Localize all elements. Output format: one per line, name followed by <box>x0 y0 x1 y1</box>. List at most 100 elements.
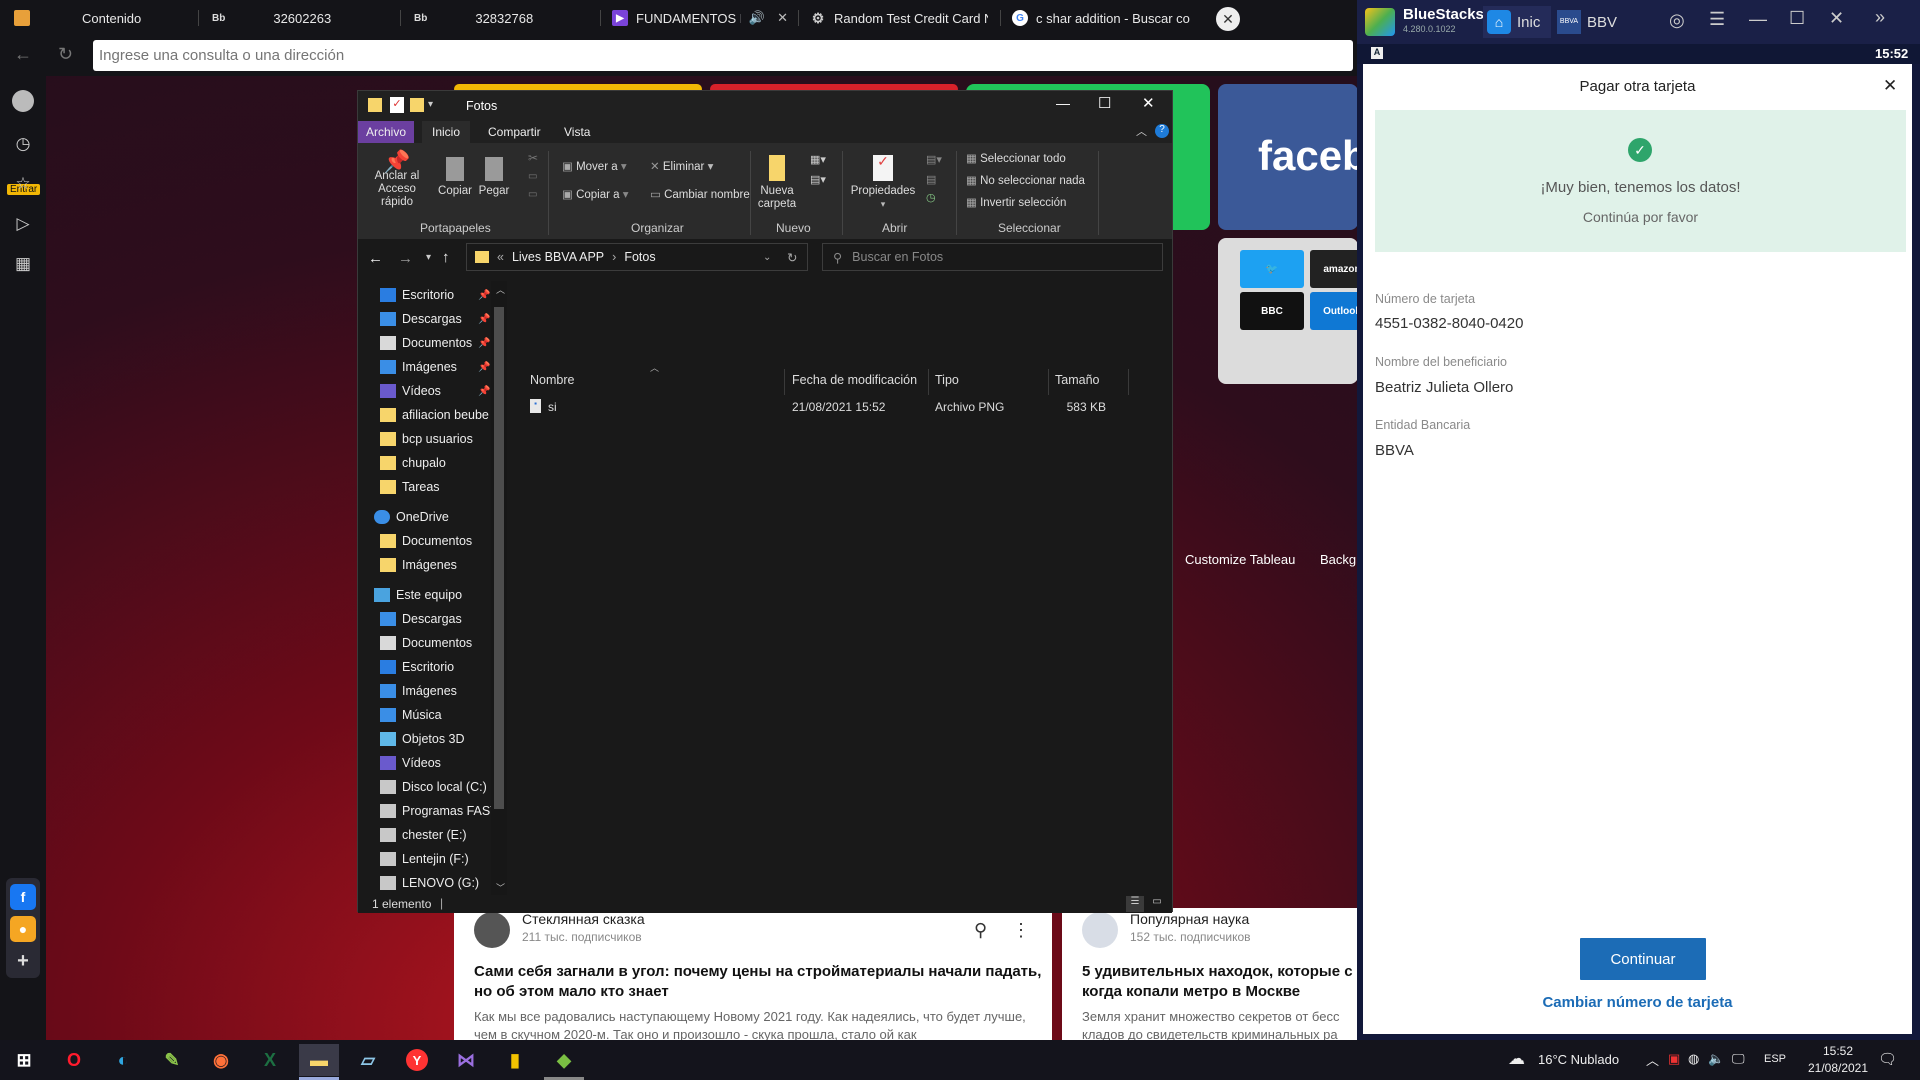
windows-start-icon[interactable]: ⊞ <box>4 1044 44 1076</box>
tree-item[interactable]: Imágenes <box>358 553 498 577</box>
add-icon[interactable]: + <box>10 948 36 974</box>
refresh-icon[interactable]: ↻ <box>787 250 797 265</box>
cloud-weather-icon[interactable]: ☁ <box>1508 1049 1525 1069</box>
move-to-button[interactable]: ▣ Mover a ▾ <box>562 161 627 174</box>
collapse-ribbon-icon[interactable]: ︿ <box>1136 123 1147 139</box>
tab-contenido[interactable]: Contenido <box>4 0 194 36</box>
bluestacks-taskbar-icon[interactable]: ◆ <box>544 1044 584 1076</box>
opera-icon[interactable]: O <box>54 1044 94 1076</box>
tab-vista[interactable]: Vista <box>556 123 598 141</box>
paint-icon[interactable]: ✎ <box>152 1044 192 1076</box>
column-header-size[interactable]: Tamaño <box>1055 373 1099 387</box>
background-link[interactable]: Backgr <box>1320 552 1360 567</box>
tree-item[interactable]: Imágenes 📌 <box>358 355 498 379</box>
tree-item[interactable]: chupalo <box>358 451 498 475</box>
tree-item[interactable]: Documentos 📌 <box>358 331 498 355</box>
table-row[interactable]: ▪ si 21/08/2021 15:52 Archivo PNG 583 KB <box>520 395 1120 417</box>
tray-app-icon[interactable]: ▣ <box>1668 1051 1680 1067</box>
yandex-icon[interactable]: Y <box>397 1044 437 1076</box>
firefox-icon[interactable]: ◉ <box>201 1044 241 1076</box>
customize-tableau-link[interactable]: Customize Tableau <box>1185 552 1295 567</box>
tree-item[interactable]: Documentos <box>358 631 498 655</box>
breadcrumb[interactable]: « Lives BBVA APP › Fotos ⌄ ↻ <box>466 243 808 271</box>
history-icon[interactable]: ◷ <box>11 132 35 156</box>
invert-selection-button[interactable]: ▦ Invertir selección <box>966 197 1066 210</box>
news-card[interactable]: Стеклянная сказка 211 тыс. подписчиков ⚲… <box>454 908 1052 1040</box>
back-arrow-icon[interactable]: ← <box>14 44 32 65</box>
tree-item[interactable]: LENOVO (G:) <box>358 871 498 895</box>
new-tab-button[interactable]: ✕ <box>1216 7 1240 31</box>
pin-quick-access-button[interactable]: 📌 Anclar al Acceso rápido <box>362 151 432 209</box>
delete-button[interactable]: ✕ Eliminar ▾ <box>650 161 713 174</box>
extensions-grid-icon[interactable]: ▦ <box>11 252 35 276</box>
tree-item[interactable]: Descargas 📌 <box>358 307 498 331</box>
close-icon[interactable]: ✕ <box>1829 8 1844 29</box>
speed-dial-folder-tile[interactable]: 🐦 amazon BBC Outlook <box>1218 238 1374 384</box>
change-card-link[interactable]: Cambiar número de tarjeta <box>1363 994 1912 1011</box>
tree-item[interactable]: Objetos 3D <box>358 727 498 751</box>
network-icon[interactable]: 🖵 <box>1732 1051 1745 1067</box>
chevron-down-icon[interactable]: ▾ <box>428 99 433 110</box>
new-folder-quick-icon[interactable] <box>410 98 424 112</box>
tab-home[interactable]: ⌂ Inic <box>1483 6 1551 38</box>
tree-item[interactable]: Escritorio 📌 <box>358 283 498 307</box>
tree-item[interactable]: afiliacion beube <box>358 403 498 427</box>
edit-icon[interactable]: ▤ <box>926 173 936 186</box>
tree-item[interactable]: Lentejin (F:) <box>358 847 498 871</box>
paste-shortcut-icon[interactable]: ▭ <box>528 189 537 200</box>
tree-item[interactable]: Vídeos 📌 <box>358 379 498 403</box>
language-indicator[interactable]: ESP <box>1764 1053 1786 1065</box>
close-tab-icon[interactable]: ✕ <box>777 10 788 26</box>
tab-google-search[interactable]: G c shar addition - Buscar co <box>1002 0 1200 36</box>
tab-compartir[interactable]: Compartir <box>480 123 549 141</box>
explorer-search-input[interactable]: ⚲ Buscar en Fotos <box>822 243 1163 271</box>
overflow-chevron-icon[interactable]: « <box>497 250 504 264</box>
tree-item[interactable]: Disco local (C:) <box>358 775 498 799</box>
file-explorer-icon[interactable]: ▬ <box>299 1044 339 1076</box>
new-item-icon[interactable]: ▦▾ <box>810 153 826 166</box>
volume-icon[interactable]: 🔈 <box>1708 1051 1724 1067</box>
notepad-icon[interactable]: ▱ <box>348 1044 388 1076</box>
easy-access-icon[interactable]: ▤▾ <box>810 173 826 186</box>
tab-fundamentos[interactable]: ▶ FUNDAMENTOS DE P 🔊 ✕ <box>602 0 798 36</box>
chevron-down-icon[interactable]: ⌄ <box>763 252 771 263</box>
menu-icon[interactable]: ☰ <box>1709 9 1725 30</box>
news-card[interactable]: Популярная наука 152 тыс. подписчиков 5 … <box>1062 908 1358 1040</box>
close-icon[interactable]: ✕ <box>1142 94 1155 112</box>
breadcrumb-item[interactable]: Lives BBVA APP <box>512 250 604 264</box>
up-arrow-icon[interactable]: ↑ <box>442 249 450 266</box>
minimize-icon[interactable]: — <box>1749 9 1767 30</box>
news-headline[interactable]: 5 удивительных находок, которые с когда … <box>1082 962 1358 1002</box>
account-icon[interactable]: ◎ <box>1669 10 1685 31</box>
history-icon[interactable]: ◷ <box>926 191 936 204</box>
tree-item[interactable]: Este equipo <box>358 583 498 607</box>
cut-icon[interactable]: ✂ <box>528 151 538 165</box>
details-view-icon[interactable]: ☰ <box>1126 896 1144 912</box>
clock-date[interactable]: 21/08/2021 <box>1800 1061 1876 1075</box>
chevron-up-icon[interactable]: ︿ <box>1646 1050 1659 1069</box>
vk-icon[interactable]: ● <box>10 916 36 942</box>
avatar[interactable] <box>12 90 34 112</box>
player-icon[interactable]: ▷ <box>11 212 35 236</box>
continue-button[interactable]: Continuar <box>1580 938 1706 980</box>
excel-icon[interactable]: X <box>250 1044 290 1076</box>
clock-time[interactable]: 15:52 <box>1808 1044 1868 1058</box>
tab-random-test-credit-card[interactable]: ⚙ Random Test Credit Card N <box>800 0 998 36</box>
new-folder-button[interactable]: Nueva carpeta <box>754 155 800 211</box>
properties-quick-icon[interactable]: ✓ <box>390 97 404 113</box>
maximize-icon[interactable]: ☐ <box>1789 8 1805 29</box>
tree-item[interactable]: chester (E:) <box>358 823 498 847</box>
tree-item[interactable]: Documentos <box>358 529 498 553</box>
tree-item[interactable]: Tareas <box>358 475 498 499</box>
tab-archivo[interactable]: Archivo <box>358 121 415 143</box>
tree-item[interactable]: bcp usuarios <box>358 427 498 451</box>
help-icon[interactable]: ? <box>1155 124 1169 138</box>
facebook-messenger-icon[interactable]: f <box>10 884 36 910</box>
tree-item[interactable]: Vídeos <box>358 751 498 775</box>
recent-chevron-icon[interactable]: ▾ <box>426 252 431 263</box>
tab-32832768[interactable]: Bb 32832768 <box>404 0 600 36</box>
paste-button[interactable]: Pegar <box>476 155 512 198</box>
channel-name[interactable]: Популярная наука <box>1130 911 1249 927</box>
open-icon[interactable]: ▤▾ <box>926 153 942 166</box>
tree-item[interactable]: Escritorio <box>358 655 498 679</box>
